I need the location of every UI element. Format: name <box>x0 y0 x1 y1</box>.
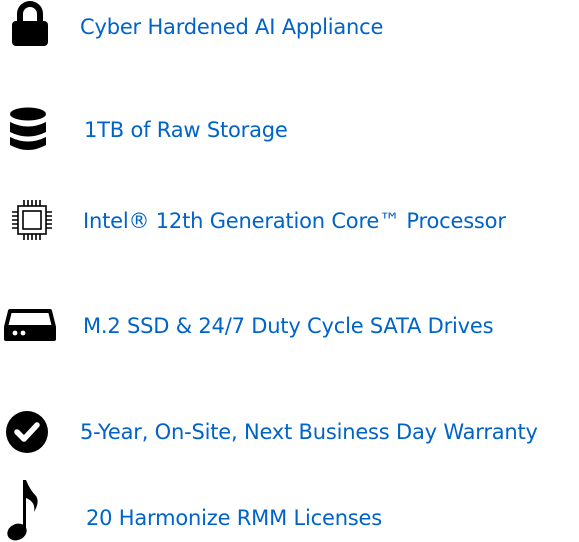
cpu-chip-icon <box>12 200 52 240</box>
hard-drive-icon <box>4 309 56 341</box>
feature-label: Cyber Hardened AI Appliance <box>80 15 384 39</box>
feature-label: Intel® 12th Generation Core™ Processor <box>83 209 506 233</box>
feature-label: 5-Year, On-Site, Next Business Day Warra… <box>80 420 538 444</box>
music-note-icon <box>7 480 38 541</box>
feature-item-storage: 1TB of Raw Storage <box>0 104 579 154</box>
feature-item-drives: M.2 SSD & 24/7 Duty Cycle SATA Drives <box>0 301 579 351</box>
check-circle-icon <box>6 411 48 453</box>
feature-label: M.2 SSD & 24/7 Duty Cycle SATA Drives <box>83 314 494 338</box>
feature-item-processor: Intel® 12th Generation Core™ Processor <box>0 195 579 245</box>
feature-item-licenses: 20 Harmonize RMM Licenses <box>0 478 579 542</box>
database-icon <box>10 107 46 150</box>
feature-label: 1TB of Raw Storage <box>84 118 288 142</box>
feature-label: 20 Harmonize RMM Licenses <box>86 506 383 530</box>
lock-icon <box>12 1 48 46</box>
feature-item-appliance: Cyber Hardened AI Appliance <box>0 0 579 50</box>
feature-item-warranty: 5-Year, On-Site, Next Business Day Warra… <box>0 407 579 457</box>
